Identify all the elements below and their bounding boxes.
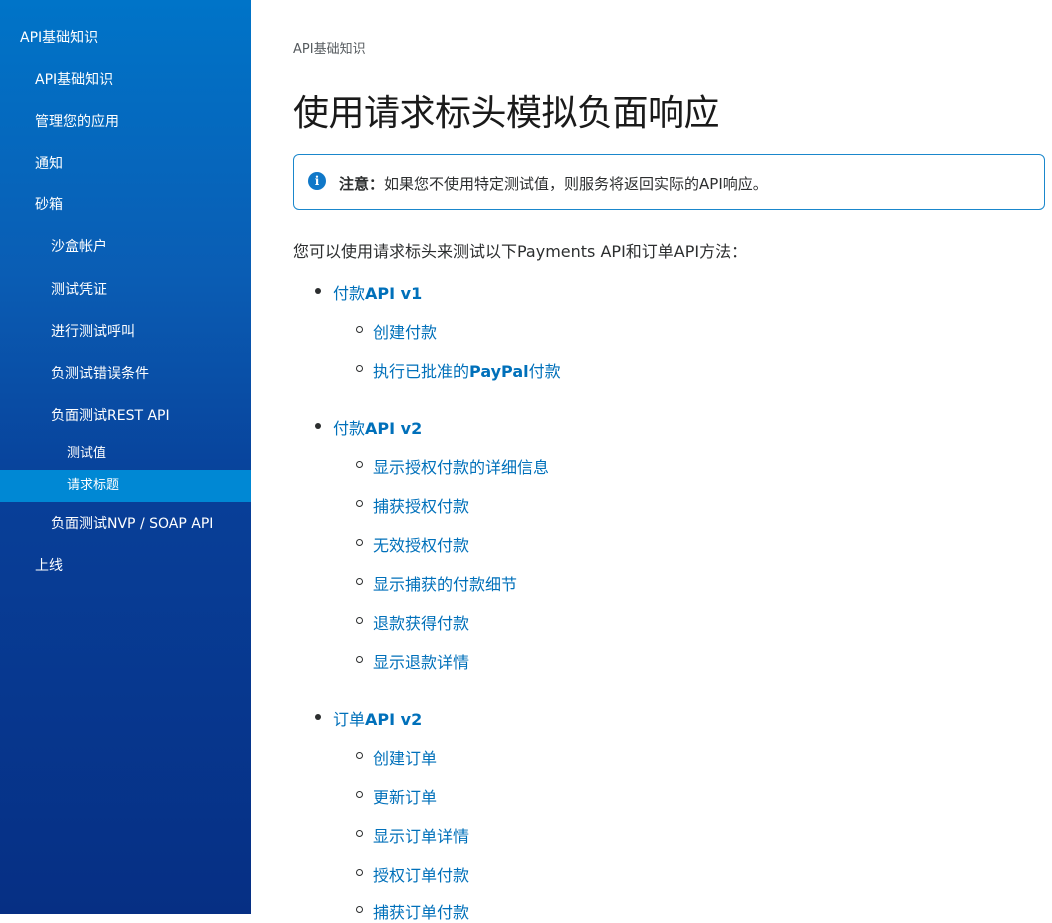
sidebar-item-test-credentials[interactable]: 测试凭证 bbox=[0, 280, 251, 300]
link-update-order[interactable]: 更新订单 bbox=[373, 784, 437, 808]
link-text-strong: PayPal bbox=[469, 362, 529, 381]
group-link-strong: API v2 bbox=[365, 419, 423, 438]
info-icon: i bbox=[308, 172, 326, 190]
list-bullet-icon bbox=[356, 656, 363, 663]
list-bullet-icon bbox=[356, 617, 363, 624]
sidebar-item-label: 进行测试呼叫 bbox=[51, 324, 135, 340]
sidebar-item-negative-testing-errors[interactable]: 负测试错误条件 bbox=[0, 364, 251, 384]
list-bullet-icon bbox=[356, 869, 363, 876]
sidebar-item-label: 测试值 bbox=[67, 446, 107, 461]
sidebar-item-label: 沙盒帐户 bbox=[51, 239, 107, 255]
link-create-payment[interactable]: 创建付款 bbox=[373, 319, 437, 343]
sidebar-item-test-values[interactable]: 测试值 bbox=[0, 444, 251, 464]
sidebar-item-api-basics[interactable]: API基础知识 bbox=[0, 70, 251, 90]
list-bullet-icon bbox=[356, 578, 363, 585]
list-bullet-icon bbox=[356, 326, 363, 333]
sidebar-item-negative-testing-nvp-soap[interactable]: 负面测试NVP / SOAP API bbox=[0, 514, 251, 534]
group-link-prefix: 付款 bbox=[333, 419, 366, 438]
breadcrumb[interactable]: API基础知识 bbox=[293, 38, 366, 57]
group-link-orders-v2[interactable]: 订单API v2 bbox=[333, 706, 422, 730]
notice-text: 注意：如果您不使用特定测试值，则服务将返回实际的API响应。 bbox=[339, 173, 768, 194]
sidebar-nav: API基础知识 API基础知识 管理您的应用 通知 砂箱 沙盒帐户 测试凭证 进… bbox=[0, 0, 251, 914]
group-link-strong: API v2 bbox=[365, 710, 423, 729]
group-link-strong: API v1 bbox=[365, 284, 423, 303]
list-bullet-icon bbox=[315, 423, 321, 429]
link-capture-order-payment[interactable]: 捕获订单付款 bbox=[373, 899, 469, 923]
sidebar-item-sandbox-accounts[interactable]: 沙盒帐户 bbox=[0, 237, 251, 257]
link-text-post: 付款 bbox=[528, 362, 561, 381]
sidebar-item-notifications[interactable]: 通知 bbox=[0, 154, 251, 174]
sidebar-item-label: 测试凭证 bbox=[51, 282, 107, 298]
list-bullet-icon bbox=[315, 288, 321, 294]
sidebar-item-go-live[interactable]: 上线 bbox=[0, 556, 251, 576]
link-show-authorized-payment[interactable]: 显示授权付款的详细信息 bbox=[373, 454, 549, 478]
sidebar-item-negative-testing-rest[interactable]: 负面测试REST API bbox=[0, 406, 251, 426]
page-title: 使用请求标头模拟负面响应 bbox=[293, 93, 720, 134]
list-bullet-icon bbox=[356, 539, 363, 546]
sidebar-item-label: 负测试错误条件 bbox=[51, 366, 149, 382]
sidebar-item-label: API基础知识 bbox=[20, 30, 99, 46]
sidebar-item-label: 负面测试REST API bbox=[51, 408, 170, 424]
sidebar-item-label: 负面测试NVP / SOAP API bbox=[51, 516, 214, 532]
link-text-pre: 执行已批准的 bbox=[373, 362, 470, 381]
link-show-order-details[interactable]: 显示订单详情 bbox=[373, 823, 469, 847]
group-link-payments-v1[interactable]: 付款API v1 bbox=[333, 280, 422, 304]
sidebar-item-label: 通知 bbox=[35, 156, 63, 172]
sidebar-item-request-headers[interactable]: 请求标题 bbox=[0, 470, 251, 502]
sidebar-item-manage-apps[interactable]: 管理您的应用 bbox=[0, 112, 251, 132]
group-link-payments-v2[interactable]: 付款API v2 bbox=[333, 415, 422, 439]
intro-text: 您可以使用请求标头来测试以下Payments API和订单API方法： bbox=[293, 242, 748, 261]
sidebar-item-label: 砂箱 bbox=[35, 197, 63, 213]
list-bullet-icon bbox=[356, 752, 363, 759]
list-bullet-icon bbox=[356, 500, 363, 507]
link-authorize-order-payment[interactable]: 授权订单付款 bbox=[373, 862, 469, 886]
list-bullet-icon bbox=[356, 830, 363, 837]
link-create-order[interactable]: 创建订单 bbox=[373, 745, 437, 769]
list-bullet-icon bbox=[356, 791, 363, 798]
group-link-prefix: 付款 bbox=[333, 284, 366, 303]
group-link-prefix: 订单 bbox=[333, 710, 366, 729]
list-bullet-icon bbox=[356, 365, 363, 372]
link-void-authorized-payment[interactable]: 无效授权付款 bbox=[373, 532, 469, 556]
link-show-captured-payment[interactable]: 显示捕获的付款细节 bbox=[373, 571, 517, 595]
notice-message: 如果您不使用特定测试值，则服务将返回实际的API响应。 bbox=[384, 175, 768, 193]
link-capture-authorized-payment[interactable]: 捕获授权付款 bbox=[373, 493, 469, 517]
link-execute-paypal-payment[interactable]: 执行已批准的PayPal付款 bbox=[373, 358, 561, 382]
list-bullet-icon bbox=[315, 714, 321, 720]
list-bullet-icon bbox=[356, 461, 363, 468]
sidebar-item-test-calls[interactable]: 进行测试呼叫 bbox=[0, 322, 251, 342]
sidebar-item-label: 上线 bbox=[35, 558, 63, 574]
notice-label: 注意： bbox=[339, 175, 385, 193]
sidebar-item-label: 请求标题 bbox=[67, 478, 120, 493]
sidebar-item-sandbox[interactable]: 砂箱 bbox=[0, 195, 251, 215]
list-bullet-icon bbox=[356, 906, 363, 913]
link-refund-captured-payment[interactable]: 退款获得付款 bbox=[373, 610, 469, 634]
sidebar-item-label: 管理您的应用 bbox=[35, 114, 119, 130]
link-show-refund-details[interactable]: 显示退款详情 bbox=[373, 649, 469, 673]
sidebar-item-api-basics-root[interactable]: API基础知识 bbox=[0, 28, 251, 48]
sidebar-item-label: API基础知识 bbox=[35, 72, 114, 88]
notice-box: i 注意：如果您不使用特定测试值，则服务将返回实际的API响应。 bbox=[293, 154, 1045, 210]
